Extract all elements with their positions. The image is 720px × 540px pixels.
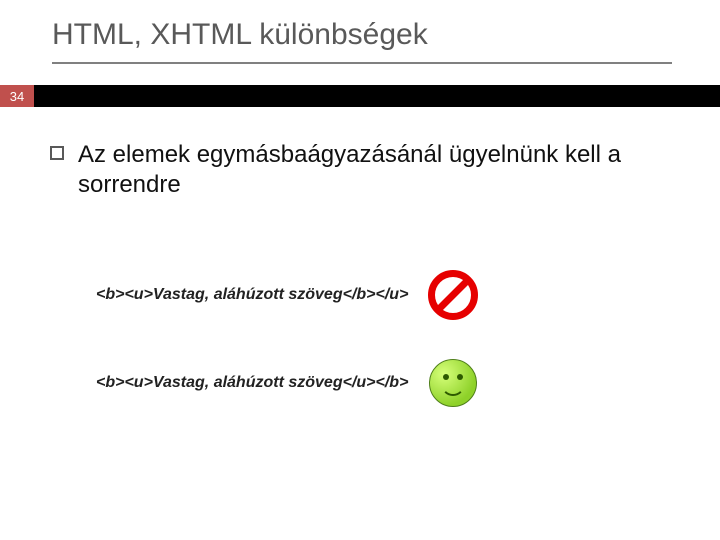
code-example-valid: <b><u>Vastag, aláhúzott szöveg</u></b> [96,356,480,410]
slide-title: HTML, XHTML különbségek [52,18,428,52]
header-bar-fill [34,85,720,107]
bullet-item: Az elemek egymásbaágyazásánál ügyelnünk … [50,140,670,200]
code-example-invalid: <b><u>Vastag, aláhúzott szöveg</b></u> [96,268,480,322]
title-underline [52,62,672,64]
prohibited-icon [426,268,480,322]
smile-icon [426,356,480,410]
bullet-text: Az elemek egymásbaágyazásánál ügyelnünk … [78,140,670,200]
bullet-icon [50,146,64,160]
header-bar: 34 [0,85,720,107]
slide-number: 34 [0,85,34,107]
code-example-text: <b><u>Vastag, aláhúzott szöveg</b></u> [96,286,408,304]
code-example-text: <b><u>Vastag, aláhúzott szöveg</u></b> [96,374,408,392]
